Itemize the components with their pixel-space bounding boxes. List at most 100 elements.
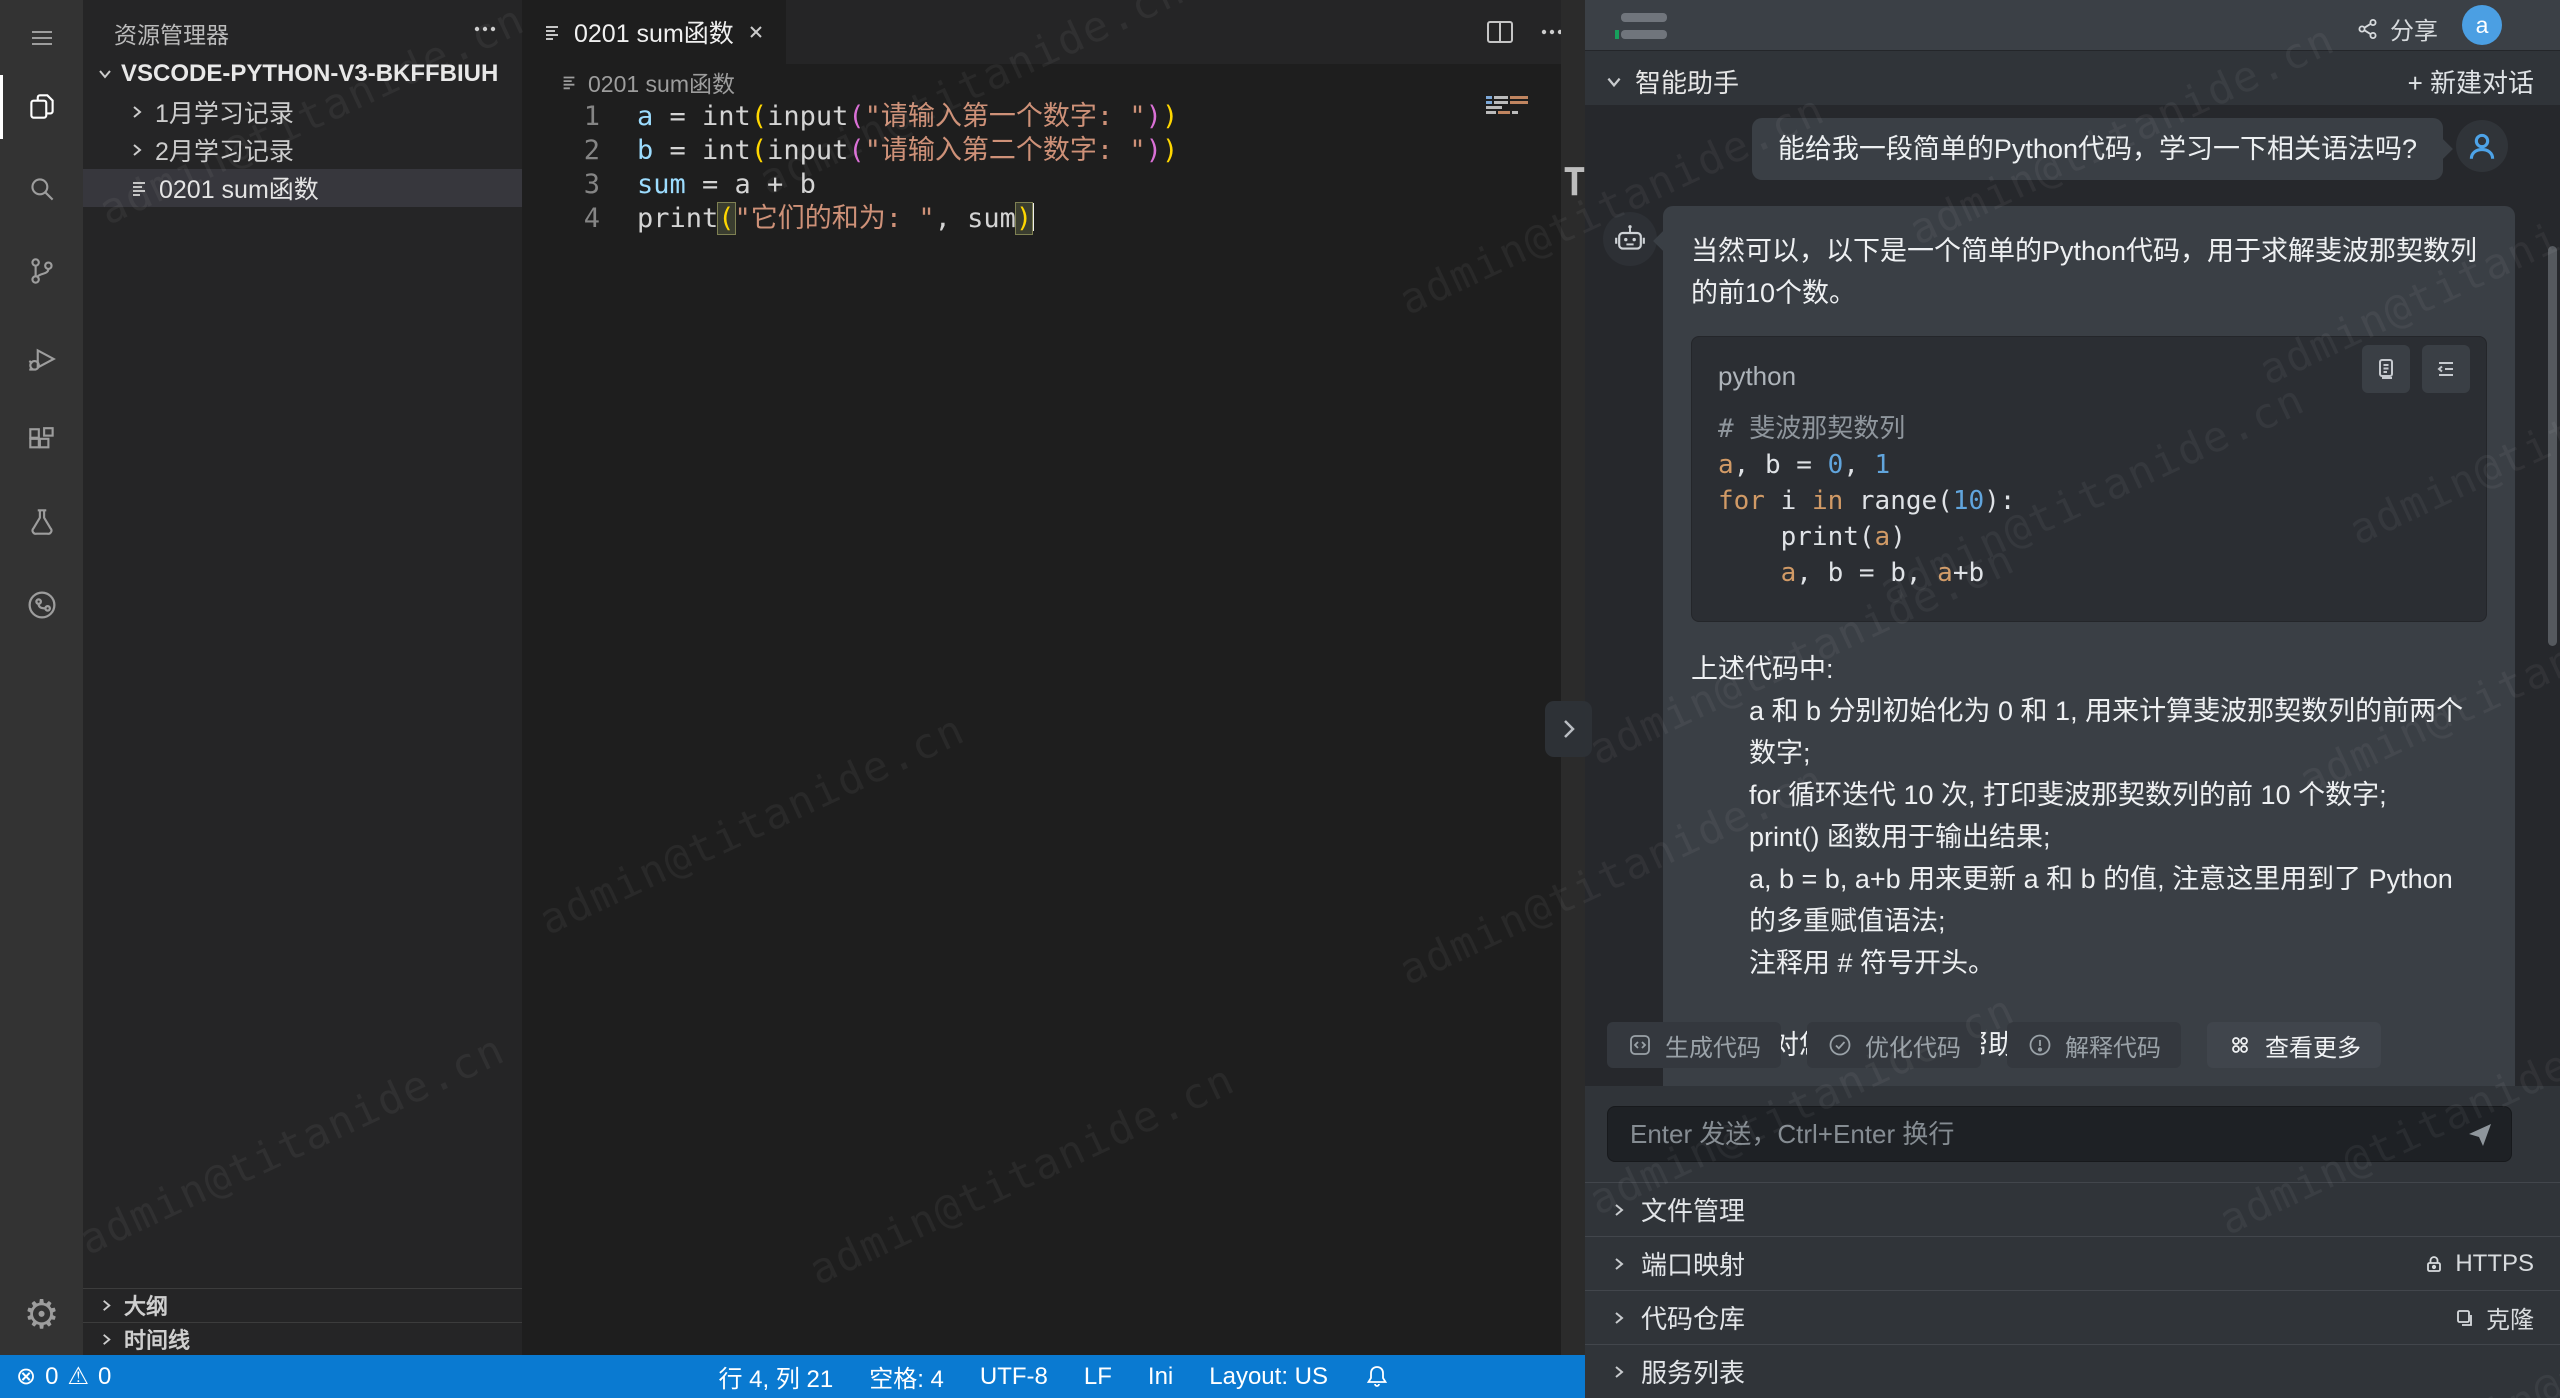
code-line: 2b = int(input("请输入第二个数字: ")) [522, 134, 1585, 168]
assistant-title: 智能助手 [1635, 63, 1739, 100]
explain-heading: 上述代码中: [1691, 648, 2487, 690]
language-mode[interactable]: Ini [1148, 1363, 1173, 1391]
explain-item: 注释用 # 符号开头。 [1749, 942, 2487, 984]
code-block-header: python [1692, 337, 2486, 401]
error-count: 0 [45, 1363, 58, 1391]
minimap[interactable] [1486, 96, 1530, 116]
chevron-right-icon [99, 1332, 114, 1347]
timeline-label: 时间线 [124, 1323, 190, 1355]
tree-root[interactable]: VSCODE-PYTHON-V3-BKFFBIUH [83, 55, 522, 93]
settings-gear-icon[interactable]: ⚙ [0, 1283, 83, 1347]
send-icon[interactable] [2465, 1118, 2495, 1148]
panel-scrollbar[interactable] [2548, 246, 2557, 646]
notifications-bell-icon[interactable] [1364, 1364, 1390, 1390]
error-icon: ⊗ [16, 1365, 36, 1389]
explain-item: a 和 b 分别初始化为 0 和 1, 用来计算斐波那契数列的前两个数字; [1749, 690, 2487, 774]
quick-actions: 生成代码 优化代码 解释代码 查看更多 [1607, 1022, 2381, 1068]
status-dot [1615, 30, 1619, 39]
code-language: python [1718, 355, 1796, 397]
active-indicator [0, 75, 3, 139]
tab-sum-file[interactable]: 0201 sum函数 [522, 0, 786, 64]
code-line: 1a = int(input("请输入第一个数字: ")) [522, 100, 1585, 134]
warning-icon: ⚠ [67, 1365, 89, 1389]
file-icon [560, 73, 578, 91]
chevron-right-icon [99, 1298, 114, 1313]
insert-code-icon[interactable] [2422, 345, 2470, 393]
https-badge[interactable]: HTTPS [2423, 1250, 2534, 1278]
section-file-management[interactable]: 文件管理 [1585, 1182, 2560, 1236]
share-button[interactable]: 分享 [2356, 11, 2438, 46]
code-block-body: # 斐波那契数列a, b = 0, 1for i in range(10): p… [1692, 401, 2486, 621]
root-label: VSCODE-PYTHON-V3-BKFFBIUH [121, 60, 498, 88]
timeline-section[interactable]: 时间线 [83, 1322, 522, 1355]
search-icon[interactable] [0, 157, 83, 221]
tree-file-selected[interactable]: 0201 sum函数 [83, 169, 522, 207]
activity-bar: ⚙ [0, 0, 83, 1355]
panel-sections: 文件管理 端口映射 HTTPS 代码仓库 克隆 服务列表 [1585, 1182, 2560, 1398]
copy-code-icon[interactable] [2362, 345, 2410, 393]
share-label: 分享 [2390, 11, 2438, 46]
more-actions-icon[interactable] [470, 16, 500, 42]
split-editor-icon[interactable] [1485, 18, 1515, 46]
outline-label: 大纲 [124, 1289, 168, 1321]
encoding[interactable]: UTF-8 [980, 1363, 1048, 1391]
optimize-code-button[interactable]: 优化代码 [1807, 1022, 1981, 1068]
assistant-panel: 分享 a 智能助手 + 新建对话 能给我一段简单的Python代码，学习一下相关… [1585, 0, 2560, 1398]
code-block: python # 斐波那契数列a, b = 0, 1for i in range… [1691, 336, 2487, 622]
outline-section[interactable]: 大纲 [83, 1288, 522, 1321]
editor-group: 0201 sum函数 0201 sum函数 1a = int(input("请输… [522, 0, 1585, 1355]
warning-count: 0 [98, 1363, 111, 1391]
breadcrumb[interactable]: 0201 sum函数 [560, 64, 735, 100]
user-avatar-badge[interactable]: a [2462, 5, 2502, 45]
user-message: 能给我一段简单的Python代码，学习一下相关语法吗? [1752, 118, 2443, 180]
workspace-logo[interactable] [1621, 13, 1667, 39]
eol-sequence[interactable]: LF [1084, 1363, 1112, 1391]
chat-input-bar [1585, 1086, 2560, 1182]
testing-icon[interactable] [0, 491, 83, 555]
view-more-button[interactable]: 查看更多 [2207, 1022, 2381, 1068]
close-icon[interactable] [746, 22, 766, 42]
explorer-icon[interactable] [0, 75, 83, 139]
file-tree: VSCODE-PYTHON-V3-BKFFBIUH 1月学习记录 2月学习记录 … [83, 55, 522, 207]
editor-actions [1485, 0, 1567, 64]
keyboard-layout[interactable]: Layout: US [1209, 1363, 1328, 1391]
explain-item: print() 函数用于输出结果; [1749, 816, 2487, 858]
section-service-list[interactable]: 服务列表 [1585, 1344, 2560, 1398]
reply-intro: 当然可以，以下是一个简单的Python代码，用于求解斐波那契数列的前10个数。 [1691, 230, 2487, 314]
panel-expand-button[interactable] [1545, 701, 1592, 757]
chat-input[interactable] [1607, 1106, 2512, 1162]
source-control-icon[interactable] [0, 239, 83, 303]
chevron-down-icon [97, 66, 113, 82]
explain-item: for 循环迭代 10 次, 打印斐波那契数列的前 10 个数字; [1749, 774, 2487, 816]
code-explanation: 上述代码中: a 和 b 分别初始化为 0 和 1, 用来计算斐波那契数列的前两… [1691, 648, 2487, 984]
folder-label: 1月学习记录 [155, 94, 294, 130]
extensions-icon[interactable] [0, 410, 83, 474]
new-chat-button[interactable]: + 新建对话 [2408, 63, 2534, 100]
section-code-repo[interactable]: 代码仓库 克隆 [1585, 1290, 2560, 1344]
tree-folder-feb[interactable]: 2月学习记录 [83, 131, 522, 169]
user-avatar [2456, 120, 2508, 172]
code-line: 3sum = a + b [522, 168, 1585, 202]
tree-folder-jan[interactable]: 1月学习记录 [83, 93, 522, 131]
indentation[interactable]: 空格: 4 [869, 1359, 944, 1394]
file-label: 0201 sum函数 [159, 170, 319, 206]
section-port-mapping[interactable]: 端口映射 HTTPS [1585, 1236, 2560, 1290]
assistant-title-toggle[interactable]: 智能助手 [1605, 63, 1739, 100]
cursor-position[interactable]: 行 4, 列 21 [718, 1359, 833, 1394]
remote-run-icon[interactable] [0, 573, 83, 637]
status-right: 行 4, 列 21 空格: 4 UTF-8 LF Ini Layout: US [718, 1359, 1390, 1394]
panel-top-bar: 分享 a [1585, 0, 2560, 51]
generate-code-button[interactable]: 生成代码 [1607, 1022, 1781, 1068]
chevron-right-icon [129, 142, 145, 158]
problems-status[interactable]: ⊗ 0 ⚠ 0 [0, 1363, 111, 1391]
explain-code-button[interactable]: 解释代码 [2007, 1022, 2181, 1068]
text-cursor [1032, 203, 1034, 231]
run-debug-icon[interactable] [0, 328, 83, 392]
assistant-message: 当然可以，以下是一个简单的Python代码，用于求解斐波那契数列的前10个数。 … [1663, 206, 2515, 1096]
file-icon [542, 22, 562, 42]
status-bar: ⊗ 0 ⚠ 0 行 4, 列 21 空格: 4 UTF-8 LF Ini Lay… [0, 1355, 1585, 1398]
menu-icon[interactable] [0, 6, 83, 70]
code-editor[interactable]: 1a = int(input("请输入第一个数字: ")) 2b = int(i… [522, 100, 1585, 236]
clone-badge[interactable]: 克隆 [2454, 1300, 2534, 1335]
chevron-right-icon [129, 104, 145, 120]
